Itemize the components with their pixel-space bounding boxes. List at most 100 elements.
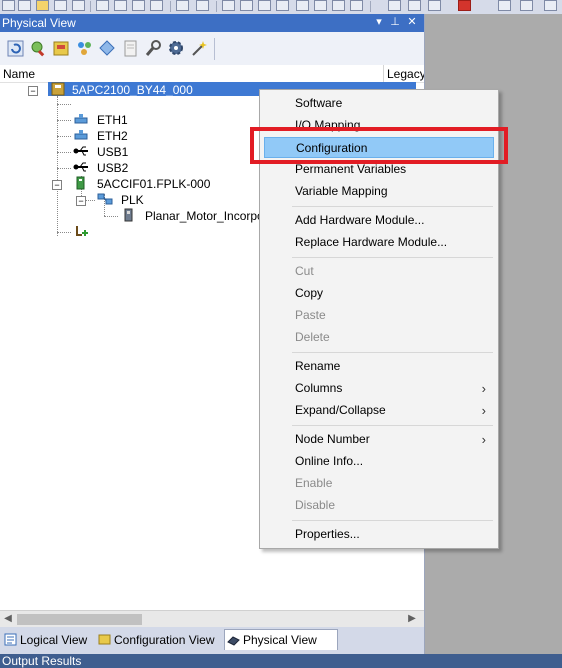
cog-icon[interactable]	[167, 39, 186, 58]
menu-item-expand-collapse[interactable]: Expand/Collapse ›	[264, 400, 494, 421]
toolbar-icon[interactable]	[314, 0, 327, 11]
menu-item-paste[interactable]: Paste	[264, 305, 494, 326]
view-tabs: Logical View Configuration View Physical…	[0, 627, 424, 654]
tree-node-interface-module[interactable]: 5ACCIF01.FPLK-000	[97, 176, 210, 192]
toolbar-icon[interactable]	[544, 0, 557, 11]
module-icon[interactable]	[52, 39, 71, 58]
logical-view-icon	[4, 633, 17, 646]
tree-node-eth1[interactable]: ETH1	[97, 112, 128, 128]
column-header: Name Legacy	[0, 65, 424, 83]
submenu-arrow-icon: ›	[481, 403, 486, 418]
configuration-view-icon	[98, 634, 111, 645]
tree-node-plk[interactable]: PLK	[121, 192, 144, 208]
toolbar-icon[interactable]	[498, 0, 511, 11]
panel-toolbar	[0, 32, 424, 66]
powerlink-icon	[97, 193, 113, 205]
tab-physical-view[interactable]: Physical View	[224, 629, 338, 650]
tab-label: Physical View	[243, 633, 317, 647]
diamond-icon[interactable]	[98, 39, 117, 58]
menu-item-properties[interactable]: Properties...	[264, 524, 494, 545]
wrench-icon[interactable]	[144, 39, 163, 58]
menu-item-cut[interactable]: Cut	[264, 261, 494, 282]
toolbar-icon[interactable]	[408, 0, 421, 11]
usb-icon	[73, 146, 88, 156]
tab-configuration-view[interactable]: Configuration View	[96, 630, 215, 650]
toolbar-icon[interactable]	[240, 0, 253, 11]
submenu-arrow-icon: ›	[481, 432, 486, 447]
delete-icon[interactable]	[150, 0, 163, 11]
toolbar-icon[interactable]	[222, 0, 235, 11]
search-icon[interactable]	[29, 39, 48, 58]
save-all-icon[interactable]	[72, 0, 85, 11]
undo-icon[interactable]	[176, 0, 189, 11]
collapse-toggle[interactable]: −	[76, 196, 86, 206]
panel-title: Physical View	[2, 16, 76, 30]
menu-item-delete[interactable]: Delete	[264, 327, 494, 348]
menu-item-disable[interactable]: Disable	[264, 495, 494, 516]
copy-icon[interactable]	[114, 0, 127, 11]
toolbar-icon[interactable]	[276, 0, 289, 11]
menu-item-variable-mapping[interactable]: Variable Mapping	[264, 181, 494, 202]
toolbar-icon[interactable]	[520, 0, 533, 11]
column-header-name[interactable]: Name	[3, 67, 35, 81]
menu-item-software[interactable]: Software	[264, 93, 494, 114]
toolbar-icon[interactable]	[2, 0, 15, 11]
toolbar-icon[interactable]	[388, 0, 401, 11]
usb-icon	[73, 162, 88, 172]
magic-icon[interactable]	[190, 39, 209, 58]
scrollbar-thumb[interactable]	[17, 614, 142, 625]
tree-line	[57, 96, 58, 236]
panel-title-bar: Physical View ▾ ⊥ ✕	[0, 14, 424, 32]
save-icon[interactable]	[54, 0, 67, 11]
toolbar-icon[interactable]	[350, 0, 363, 11]
folder-icon[interactable]	[36, 0, 49, 11]
toolbar-icon[interactable]	[332, 0, 345, 11]
auto-hide-pin-icon[interactable]: ⊥	[388, 15, 402, 29]
toolbar-icon[interactable]	[296, 0, 309, 11]
network-icon[interactable]	[75, 39, 94, 58]
interface-module-icon	[76, 176, 85, 190]
collapse-toggle[interactable]: −	[28, 86, 38, 96]
download-icon[interactable]	[458, 0, 471, 11]
menu-item-enable[interactable]: Enable	[264, 473, 494, 494]
column-header-legacy[interactable]: Legacy	[387, 67, 424, 81]
window-position-icon[interactable]: ▾	[372, 15, 386, 29]
ethernet-icon	[74, 130, 88, 140]
scroll-left-icon[interactable]: ◀	[2, 613, 14, 625]
horizontal-scrollbar[interactable]: ◀ ▶	[0, 610, 424, 628]
device-icon	[124, 208, 133, 222]
submenu-arrow-icon: ›	[481, 381, 486, 396]
menu-item-online-info[interactable]: Online Info...	[264, 451, 494, 472]
menu-item-add-hardware-module[interactable]: Add Hardware Module...	[264, 210, 494, 231]
menu-item-copy[interactable]: Copy	[264, 283, 494, 304]
physical-view-icon	[227, 636, 240, 646]
tree-node-usb1[interactable]: USB1	[97, 144, 128, 160]
tab-label: Configuration View	[114, 633, 215, 647]
toolbar-icon[interactable]	[428, 0, 441, 11]
collapse-toggle[interactable]: −	[52, 180, 62, 190]
scroll-right-icon[interactable]: ▶	[406, 613, 418, 625]
menu-item-node-number[interactable]: Node Number ›	[264, 429, 494, 450]
toolbar-icon[interactable]	[258, 0, 271, 11]
close-icon[interactable]: ✕	[405, 15, 419, 29]
paste-icon[interactable]	[132, 0, 145, 11]
menu-item-rename[interactable]: Rename	[264, 356, 494, 377]
add-module-icon[interactable]	[74, 224, 90, 238]
ethernet-icon	[74, 114, 88, 124]
output-results-title: Output Results	[2, 654, 82, 668]
menu-item-replace-hardware-module[interactable]: Replace Hardware Module...	[264, 232, 494, 253]
tab-logical-view[interactable]: Logical View	[2, 630, 87, 650]
tree-node-root[interactable]: 5APC2100_BY44_000	[72, 82, 193, 98]
tab-label: Logical View	[20, 633, 88, 647]
refresh-icon[interactable]	[6, 39, 25, 58]
page-icon[interactable]	[121, 39, 140, 58]
tree-node-usb2[interactable]: USB2	[97, 160, 128, 176]
redo-icon[interactable]	[196, 0, 209, 11]
menu-item-columns[interactable]: Columns ›	[264, 378, 494, 399]
main-toolbar	[0, 0, 562, 14]
output-results-panel: Output Results	[0, 654, 562, 668]
toolbar-icon[interactable]	[18, 0, 31, 11]
tree-node-eth2[interactable]: ETH2	[97, 128, 128, 144]
cut-icon[interactable]	[96, 0, 109, 11]
annotation-highlight-box	[250, 127, 508, 164]
